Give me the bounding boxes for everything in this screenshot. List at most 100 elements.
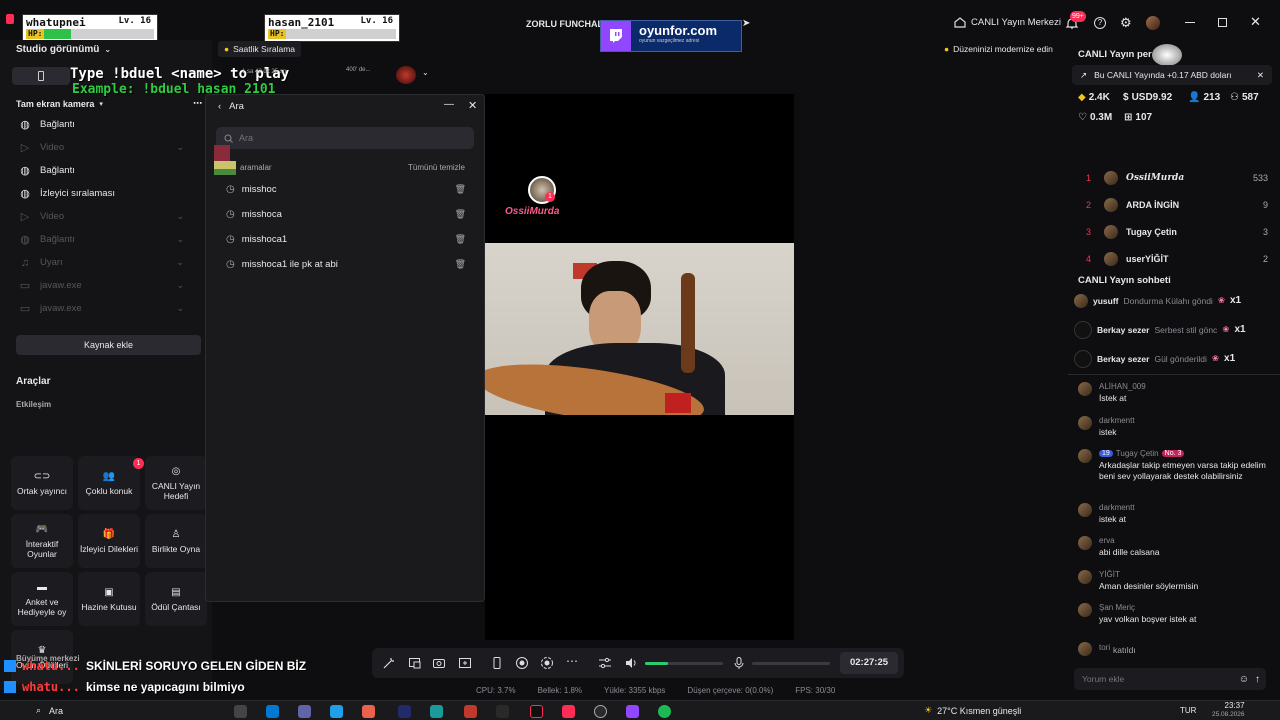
- gear-icon[interactable]: ⚙: [1120, 16, 1132, 29]
- send-icon[interactable]: ↑: [1255, 674, 1260, 685]
- minimize-icon[interactable]: [1185, 22, 1195, 23]
- hourly-ranking-pill[interactable]: ● Saatlik Sıralama: [218, 41, 302, 57]
- chat-message[interactable]: tori katıldı: [1078, 642, 1268, 656]
- search-history-item[interactable]: ◷ misshoca 🗑: [206, 202, 484, 227]
- magic-wand-icon[interactable]: [382, 656, 396, 670]
- chat-message[interactable]: 19 Tugay Çetin No. 3 Arkadaşlar takip etmey…: [1078, 449, 1268, 482]
- taskbar-search[interactable]: ⌕ Ara: [36, 705, 63, 716]
- source-item[interactable]: ◍ Bağlantı: [0, 159, 212, 182]
- github-icon[interactable]: [594, 705, 607, 718]
- record-icon[interactable]: [515, 656, 529, 670]
- close-icon[interactable]: ✕: [468, 99, 477, 112]
- chevron-down-icon[interactable]: ⌄: [176, 211, 184, 222]
- windows-icon[interactable]: [266, 705, 279, 718]
- emoji-icon[interactable]: ☺: [1239, 674, 1249, 685]
- search-input[interactable]: [239, 133, 459, 143]
- forward-arrow-icon[interactable]: ➤: [742, 18, 750, 29]
- source-item[interactable]: ▷ Video ⌄: [0, 136, 212, 159]
- source-item[interactable]: ♫ Uyarı ⌄: [0, 251, 212, 274]
- maximize-icon[interactable]: [1218, 18, 1227, 27]
- leaderboard-row[interactable]: 4 userYİĞİT 2: [1068, 245, 1280, 272]
- layout-icon[interactable]: [408, 656, 422, 670]
- clear-all-button[interactable]: Tümünü temizle: [408, 163, 465, 172]
- tool-users[interactable]: 👥 Çoklu konuk 1: [78, 456, 144, 510]
- source-item[interactable]: ◍ İzleyici sıralaması: [0, 182, 212, 205]
- volume-slider[interactable]: [645, 662, 723, 665]
- mic-volume-slider[interactable]: [752, 662, 830, 665]
- edge-icon[interactable]: [330, 705, 343, 718]
- chevron-down-icon[interactable]: ⌄: [176, 234, 184, 245]
- chat-input[interactable]: [1082, 674, 1222, 684]
- close-icon[interactable]: ✕: [1250, 15, 1261, 29]
- back-arrow-icon[interactable]: ‹: [218, 101, 221, 112]
- search-history-item[interactable]: ◷ misshoc 🗑: [206, 177, 484, 202]
- more-options-icon[interactable]: ⋯: [193, 98, 202, 109]
- speaker-icon[interactable]: [624, 656, 638, 670]
- app-icon[interactable]: [362, 705, 375, 718]
- chevron-down-icon[interactable]: ⌄: [176, 280, 184, 291]
- chat-message[interactable]: YİĞİT Aman desinler söylermisin: [1078, 570, 1268, 592]
- chat-message[interactable]: erva abi dille calsana: [1078, 536, 1268, 558]
- teams-icon[interactable]: [298, 705, 311, 718]
- sliders-icon[interactable]: [598, 656, 612, 670]
- scene-selector[interactable]: Tam ekran kamera ▾ ⋯: [16, 98, 202, 109]
- tool-link[interactable]: ⊂⊃ Ortak yayıncı: [11, 456, 73, 510]
- twitch-icon[interactable]: [626, 705, 639, 718]
- source-item[interactable]: ◍ Bağlantı ⌄: [0, 228, 212, 251]
- tool-gamepad[interactable]: 🎮 İnteraktif Oyunlar: [11, 514, 73, 568]
- tool-chest[interactable]: ▣ Hazine Kutusu: [78, 572, 140, 626]
- chat-message[interactable]: Şan Meriç yav volkan boşver istek at: [1078, 603, 1268, 625]
- chevron-down-icon[interactable]: ⌄: [176, 142, 184, 153]
- trash-icon[interactable]: 🗑: [455, 259, 466, 270]
- tool-joystick[interactable]: ♙ Birlikte Oyna: [145, 514, 207, 568]
- trash-icon[interactable]: 🗑: [455, 234, 466, 245]
- chevron-down-icon[interactable]: ⌄: [422, 68, 429, 77]
- screenshot-icon[interactable]: [432, 656, 446, 670]
- source-item[interactable]: ▭ javaw.exe ⌄: [0, 297, 212, 320]
- notifications-button[interactable]: 99+: [1066, 11, 1086, 30]
- more-options-icon[interactable]: ⋯: [566, 655, 580, 670]
- search-field[interactable]: [216, 127, 474, 149]
- weather-widget[interactable]: ☀ 27°C Kısmen güneşli: [924, 705, 1021, 716]
- language-indicator[interactable]: TUR: [1180, 706, 1196, 715]
- app-icon[interactable]: [562, 705, 575, 718]
- leaderboard-row[interactable]: 2 ARDA İNGİN 9: [1068, 191, 1280, 218]
- mobile-layout-toggle[interactable]: [12, 67, 70, 85]
- leaderboard-row[interactable]: 1 OssiiMurda 533: [1068, 164, 1280, 191]
- app-icon[interactable]: [398, 705, 411, 718]
- tool-poll[interactable]: ▬ Anket ve Hediyeyle oy: [11, 572, 73, 626]
- chevron-down-icon[interactable]: ⌄: [176, 303, 184, 314]
- chat-message[interactable]: darkmentt istek at: [1078, 503, 1268, 525]
- tiktok-icon[interactable]: [530, 705, 543, 718]
- add-media-icon[interactable]: [458, 656, 472, 670]
- modernize-tip[interactable]: ● Düzeninizi modernize edin: [944, 44, 1053, 54]
- search-history-item[interactable]: ◷ misshoca1 ile pk at abi 🗑: [206, 252, 484, 277]
- chat-input-box[interactable]: ☺ ↑: [1074, 668, 1266, 690]
- profile-avatar[interactable]: [1146, 16, 1160, 30]
- phone-icon[interactable]: [490, 656, 504, 670]
- earnings-banner[interactable]: ↗ Bu CANLI Yayında +0.17 ABD doları ✕: [1072, 65, 1272, 85]
- chevron-down-icon[interactable]: ⌄: [176, 257, 184, 268]
- live-center-button[interactable]: CANLI Yayın Merkezi: [954, 17, 1061, 28]
- microphone-icon[interactable]: [732, 656, 746, 670]
- chat-message[interactable]: darkmentt istek: [1078, 416, 1268, 438]
- app-icon[interactable]: [496, 705, 509, 718]
- tool-gift[interactable]: 🎁 İzleyici Dilekleri: [78, 514, 140, 568]
- app-icon[interactable]: [464, 705, 477, 718]
- camera-icon[interactable]: [540, 656, 554, 670]
- trash-icon[interactable]: 🗑: [455, 209, 466, 220]
- leaderboard-row[interactable]: 3 Tugay Çetin 3: [1068, 218, 1280, 245]
- spotify-icon[interactable]: [658, 705, 671, 718]
- studio-view-dropdown[interactable]: Studio görünümü ⌄: [16, 44, 111, 55]
- minimize-icon[interactable]: —: [444, 99, 454, 110]
- tool-bag[interactable]: ▤ Ödül Çantası: [145, 572, 207, 626]
- task-view-icon[interactable]: [234, 705, 247, 718]
- source-item[interactable]: ▷ Video ⌄: [0, 205, 212, 228]
- search-history-item[interactable]: ◷ misshoca1 🗑: [206, 227, 484, 252]
- clock[interactable]: 23:37 25.08.2026: [1212, 701, 1245, 719]
- tool-target[interactable]: ◎ CANLI Yayın Hedefi: [145, 456, 207, 510]
- source-item[interactable]: ◍ Bağlantı: [0, 113, 212, 136]
- app-icon[interactable]: [430, 705, 443, 718]
- trash-icon[interactable]: 🗑: [455, 184, 466, 195]
- help-icon[interactable]: ?: [1094, 17, 1106, 29]
